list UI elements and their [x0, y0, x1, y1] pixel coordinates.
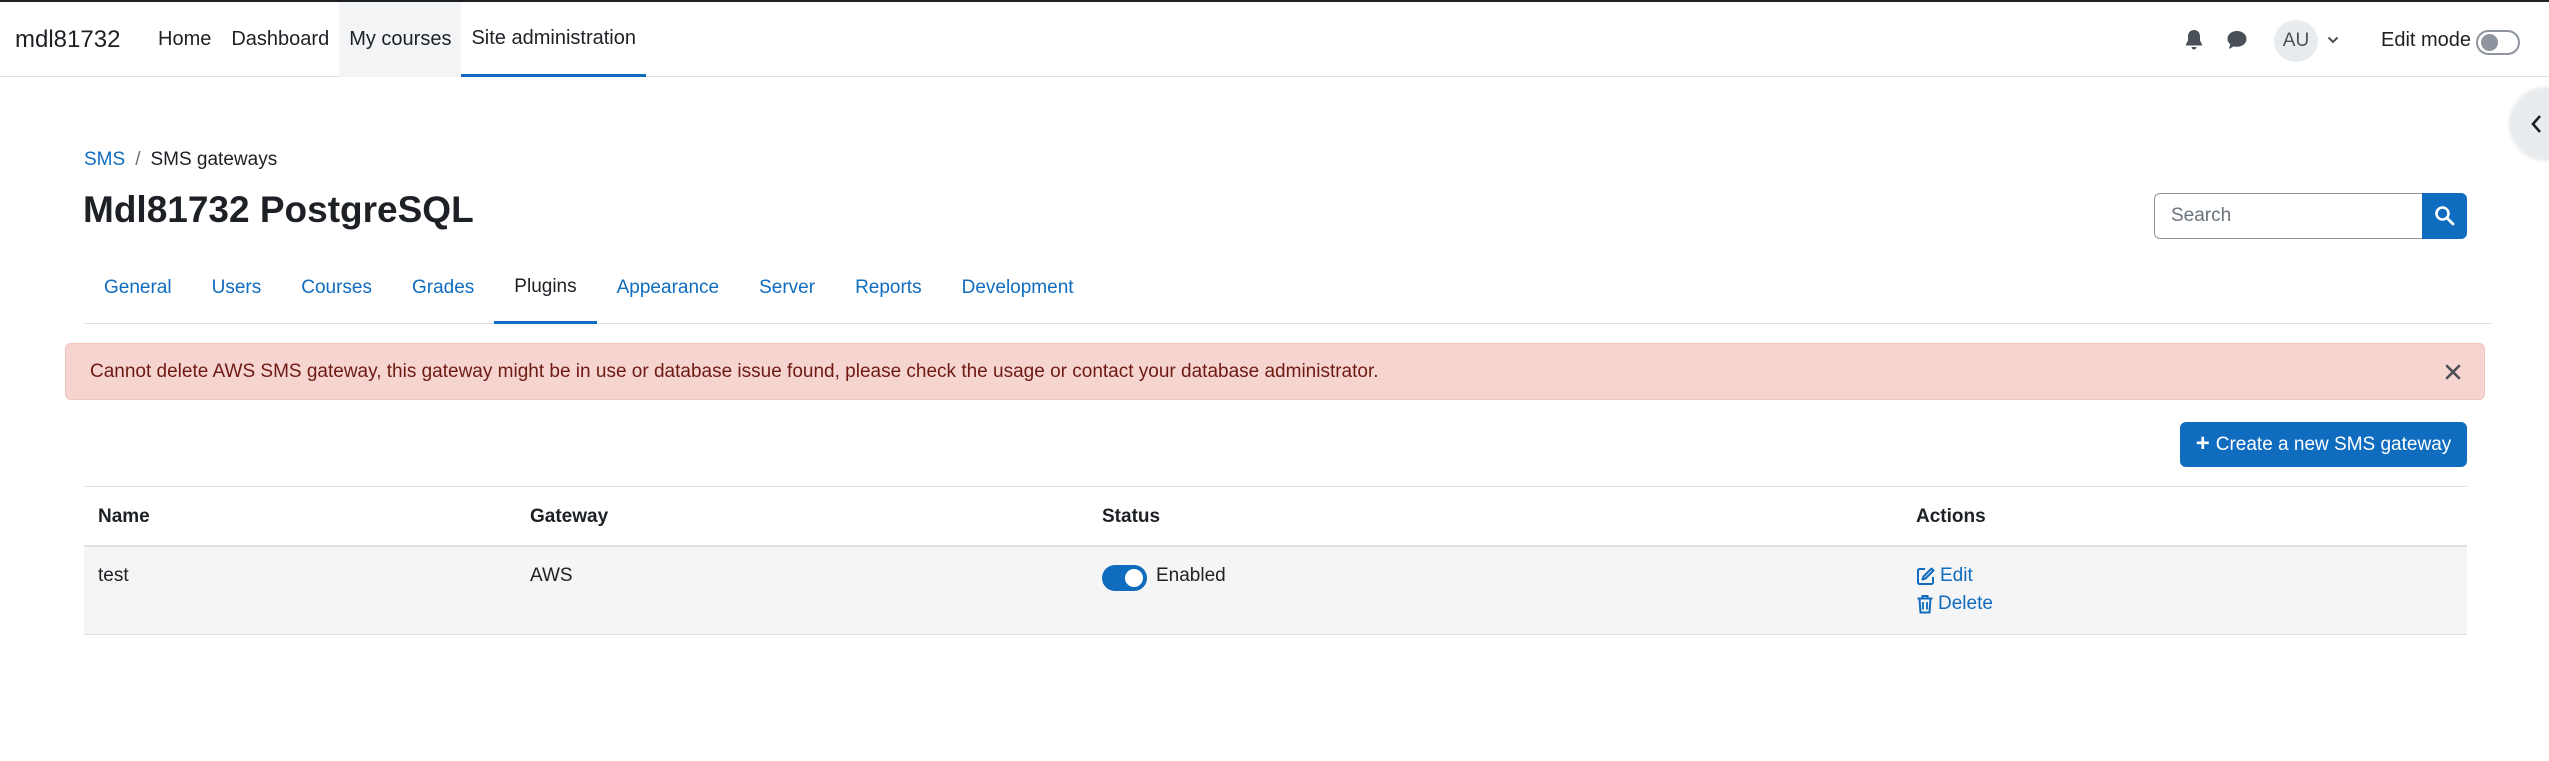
- cell-gateway: AWS: [530, 565, 573, 586]
- chevron-down-icon[interactable]: [2326, 33, 2340, 47]
- admin-search: [2154, 193, 2467, 239]
- trash-icon: [1917, 595, 1933, 614]
- chat-icon[interactable]: [2225, 28, 2249, 52]
- toggle-knob: [1125, 569, 1143, 587]
- error-alert: Cannot delete AWS SMS gateway, this gate…: [65, 343, 2485, 400]
- breadcrumb-item-current: SMS gateways: [150, 149, 278, 170]
- chevron-left-icon: [2531, 115, 2541, 133]
- search-input[interactable]: [2154, 193, 2422, 239]
- breadcrumb-item-sms[interactable]: SMS: [84, 149, 125, 171]
- nav-item-site-administration[interactable]: Site administration: [461, 2, 646, 77]
- bell-icon[interactable]: [2183, 28, 2205, 52]
- plus-icon: +: [2195, 429, 2210, 457]
- nav-item-my-courses[interactable]: My courses: [339, 2, 462, 77]
- secondary-navigation: General Users Courses Grades Plugins App…: [84, 252, 2492, 324]
- status-toggle[interactable]: [1102, 565, 1147, 591]
- header-actions: Actions: [1916, 506, 1986, 527]
- cell-name: test: [98, 565, 129, 586]
- create-sms-gateway-label: Create a new SMS gateway: [2215, 433, 2452, 455]
- site-name[interactable]: mdl81732: [15, 26, 120, 54]
- search-icon: [2435, 206, 2455, 226]
- sms-gateways-table: Name Gateway Status Actions test AWS Ena…: [84, 486, 2467, 635]
- tab-courses[interactable]: Courses: [281, 252, 392, 324]
- edit-icon: [1917, 567, 1935, 585]
- top-navbar: mdl81732 Home Dashboard My courses Site …: [0, 0, 2549, 77]
- delete-label: Delete: [1938, 593, 1993, 614]
- breadcrumb-separator: /: [135, 149, 141, 170]
- delete-link[interactable]: Delete: [1916, 593, 1993, 615]
- breadcrumb: SMS / SMS gateways: [84, 149, 277, 171]
- alert-message: Cannot delete AWS SMS gateway, this gate…: [90, 361, 1379, 382]
- header-name: Name: [98, 506, 150, 527]
- tab-appearance[interactable]: Appearance: [597, 252, 739, 324]
- table-row: test AWS Enabled Edit Delete: [84, 547, 2467, 635]
- tab-server[interactable]: Server: [739, 252, 835, 324]
- table-header: Name Gateway Status Actions: [84, 486, 2467, 547]
- user-avatar[interactable]: AU: [2274, 20, 2318, 62]
- edit-mode-toggle[interactable]: [2476, 30, 2520, 55]
- page-title: Mdl81732 PostgreSQL: [83, 189, 474, 230]
- toggle-knob: [2481, 34, 2498, 51]
- tab-plugins[interactable]: Plugins: [494, 252, 597, 324]
- edit-link[interactable]: Edit: [1916, 565, 1973, 587]
- header-gateway: Gateway: [530, 506, 609, 527]
- edit-label: Edit: [1940, 565, 1973, 586]
- tab-reports[interactable]: Reports: [835, 252, 942, 324]
- edit-mode-label: Edit mode: [2381, 29, 2472, 51]
- open-drawer-button[interactable]: [2511, 89, 2549, 159]
- cell-status-label: Enabled: [1156, 565, 1226, 586]
- tab-users[interactable]: Users: [192, 252, 282, 324]
- tab-general[interactable]: General: [84, 252, 192, 324]
- create-sms-gateway-button[interactable]: + Create a new SMS gateway: [2180, 422, 2467, 467]
- tab-development[interactable]: Development: [942, 252, 1094, 324]
- nav-item-dashboard[interactable]: Dashboard: [221, 2, 339, 77]
- nav-item-home[interactable]: Home: [148, 2, 221, 77]
- close-icon[interactable]: [2444, 363, 2462, 381]
- header-status: Status: [1102, 506, 1161, 527]
- tab-grades[interactable]: Grades: [392, 252, 494, 324]
- primary-navigation: Home Dashboard My courses Site administr…: [148, 2, 646, 77]
- search-button[interactable]: [2422, 193, 2467, 239]
